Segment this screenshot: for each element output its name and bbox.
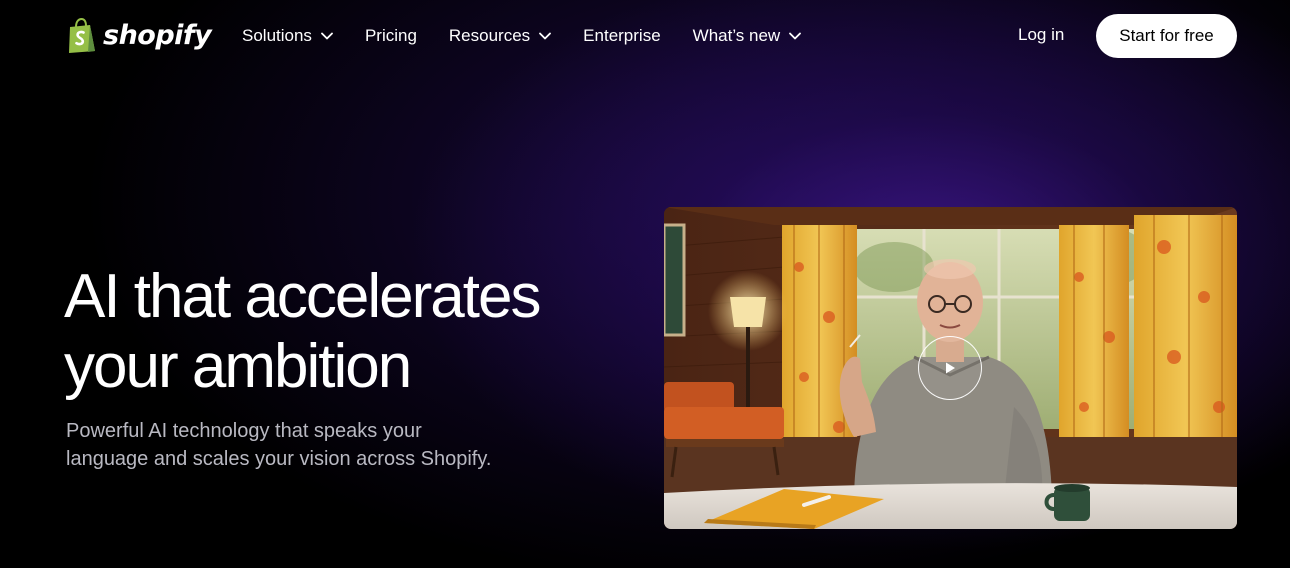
nav-solutions[interactable]: Solutions — [242, 26, 333, 46]
nav-resources-label: Resources — [448, 26, 531, 45]
nav-enterprise-label: Enterprise — [583, 26, 661, 45]
chevron-down-icon — [321, 32, 333, 40]
nav-pricing-label: Pricing — [364, 26, 417, 45]
hero-subtitle-line-1: Powerful AI technology that speaks your — [66, 420, 422, 442]
nav-resources[interactable]: Resources — [448, 26, 552, 46]
nav-whats-new-label: What’s new — [692, 26, 781, 45]
play-button[interactable] — [918, 336, 982, 400]
nav-whats-new[interactable]: What’s new — [693, 26, 802, 46]
nav-pricing[interactable]: Pricing — [365, 26, 417, 46]
hero-video-thumbnail[interactable] — [664, 207, 1237, 529]
start-for-free-button[interactable]: Start for free — [1096, 14, 1237, 58]
hero-subtitle: Powerful AI technology that speaks your … — [66, 417, 536, 473]
page: shopify Solutions Pricing Resources Ente… — [0, 0, 1290, 568]
shopify-logo[interactable]: shopify — [66, 18, 212, 54]
hero-subtitle-line-2: language and scales your vision across S… — [66, 448, 492, 470]
nav-links: Solutions Pricing Resources Enterprise W… — [242, 24, 833, 48]
nav-solutions-label: Solutions — [242, 26, 312, 45]
log-in-link[interactable]: Log in — [1018, 25, 1064, 45]
hero-title-line-1: AI that accelerates — [64, 262, 541, 331]
hero-title-line-2: your ambition — [64, 332, 412, 401]
chevron-down-icon — [789, 32, 802, 40]
shopping-bag-logo-icon — [69, 18, 95, 53]
hero-title: AI that accelerates your ambition — [64, 262, 624, 402]
logo-wordmark: shopify — [103, 20, 212, 51]
top-navigation: shopify Solutions Pricing Resources Ente… — [0, 0, 1290, 72]
chevron-down-icon — [539, 32, 552, 40]
nav-enterprise[interactable]: Enterprise — [583, 26, 660, 46]
play-icon — [946, 362, 955, 374]
